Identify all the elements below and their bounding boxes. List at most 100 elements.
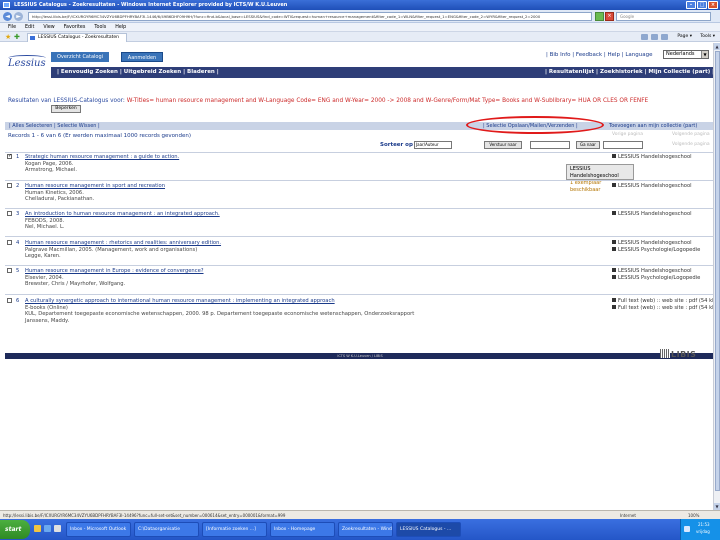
browser-tab[interactable]: LESSIUS Catalogus - Zoekresultaten xyxy=(27,33,127,42)
fulltext-icon xyxy=(612,298,616,302)
feeds-icon[interactable] xyxy=(651,34,658,40)
taskbar-item-active[interactable]: LESSIUS Catalogus - ... xyxy=(396,522,461,537)
record-number: 1 xyxy=(16,154,20,160)
page-menu[interactable]: Page ▾ xyxy=(677,33,692,41)
record-holding-link[interactable]: LESSIUS Handelshogeschool xyxy=(612,240,692,246)
taskbar-item[interactable]: Zoekresultaten - Windows... xyxy=(338,522,393,537)
record-title-link[interactable]: Human resource management : rhetorics an… xyxy=(25,240,221,246)
record-title-link[interactable]: Strategic human resource management : a … xyxy=(25,154,179,160)
record-author: Brewster, Chris / Mayrhofer, Wolfgang. xyxy=(25,281,126,287)
scroll-down-icon[interactable]: ▼ xyxy=(714,503,720,510)
results-heading: Resultaten van LESSIUS-Catalogus voor: W… xyxy=(8,98,649,104)
url-input[interactable]: http://lessi.libis.be/F/ICXURGYR6MC34VZY… xyxy=(28,12,592,21)
language-select[interactable]: Nederlands ▼ xyxy=(663,50,709,59)
status-bar: http://lessi.libis.be/F/ICXURGYR6MC34VZY… xyxy=(0,510,720,519)
home-icon[interactable] xyxy=(641,34,648,40)
lessius-logo[interactable]: Lessius xyxy=(8,53,48,75)
record-publisher: Palgrave Macmillan, 2005. (Management, w… xyxy=(25,246,198,253)
send-to-input[interactable] xyxy=(530,141,570,149)
overview-catalogs-button[interactable]: Overzicht Catalogi xyxy=(51,52,109,62)
taskbar-item[interactable]: Inbox - Homepage xyxy=(270,522,335,537)
tab-label: LESSIUS Catalogus - Zoekresultaten xyxy=(38,35,120,40)
record-title-link[interactable]: An introduction to human resource manage… xyxy=(25,211,220,217)
record-title-link[interactable]: A culturally synergetic approach to inte… xyxy=(25,298,335,304)
record-holding-link[interactable]: LESSIUS Handelshogeschool xyxy=(612,154,692,160)
record-holding-link[interactable]: LESSIUS Handelshogeschool xyxy=(612,268,692,274)
record-holding-link-2[interactable]: LESSIUS Psychologie/Logopedie xyxy=(612,274,700,281)
holding-icon xyxy=(612,240,616,244)
login-button[interactable]: Aanmelden xyxy=(121,52,163,62)
scroll-up-icon[interactable]: ▲ xyxy=(714,43,720,50)
fulltext-link[interactable]: Full text (web) :: web site : pdf (54 kb… xyxy=(612,298,717,304)
print-icon[interactable] xyxy=(661,34,668,40)
quicklaunch-folder-icon[interactable] xyxy=(34,525,41,532)
record-number: 2 xyxy=(16,183,20,189)
favorites-star-icon[interactable]: ★ xyxy=(5,33,11,41)
menu-file[interactable]: File xyxy=(8,23,16,31)
fulltext-link-2[interactable]: Full text (web) :: web site : pdf (54 kb… xyxy=(612,304,717,311)
forward-button[interactable]: ► xyxy=(14,12,23,21)
record-holding-link-2[interactable]: LESSIUS Psychologie/Logopedie xyxy=(612,246,700,253)
record-checkbox[interactable] xyxy=(7,183,12,188)
search-query: W-Titles= human resource management and … xyxy=(126,98,649,104)
record-checkbox[interactable] xyxy=(7,268,12,273)
tray-network-icon[interactable] xyxy=(684,526,690,532)
go-to-input[interactable] xyxy=(603,141,643,149)
menu-tools[interactable]: Tools xyxy=(94,23,106,31)
go-to-button[interactable]: Ga naar xyxy=(576,141,600,149)
clock-time[interactable]: 21:53 xyxy=(698,522,710,528)
record-holding-link[interactable]: LESSIUS Handelshogeschool xyxy=(612,211,692,217)
scroll-thumb[interactable] xyxy=(715,51,720,491)
window-title: LESSIUS Catalogus - Zoekresultaten - Win… xyxy=(14,2,288,8)
menu-help[interactable]: Help xyxy=(115,23,126,31)
menu-view[interactable]: View xyxy=(43,23,54,31)
next-page-link-2[interactable]: Volgende pagina xyxy=(672,142,710,147)
next-page-link[interactable]: Volgende pagina xyxy=(672,132,710,137)
maximize-button[interactable]: □ xyxy=(697,1,707,9)
refresh-icon[interactable] xyxy=(595,12,604,21)
select-actions[interactable]: | Alles Selecteren | Selectie Wissen | xyxy=(9,122,100,130)
record-title-link[interactable]: Human resource management in Europe : ev… xyxy=(25,268,204,274)
back-button[interactable]: ◄ xyxy=(3,12,12,21)
quicklaunch-desktop-icon[interactable] xyxy=(54,525,61,532)
taskbar-item[interactable]: C:\Dataorganisatie xyxy=(134,522,199,537)
vertical-scrollbar[interactable]: ▲ ▼ xyxy=(713,43,720,510)
search-nav-links[interactable]: | Eenvoudig Zoeken | Uitgebreid Zoeken |… xyxy=(57,67,219,78)
refine-button[interactable]: Beperken xyxy=(51,105,81,113)
record-checkbox[interactable] xyxy=(7,298,12,303)
record-holding-link[interactable]: LESSIUS Handelshogeschool xyxy=(612,183,692,189)
record-checkbox[interactable] xyxy=(7,211,12,216)
menu-favorites[interactable]: Favorites xyxy=(64,23,86,31)
record-number: 4 xyxy=(16,240,20,246)
taskbar-item[interactable]: [Informatie zoeken ...] xyxy=(202,522,267,537)
result-row: 3 An introduction to human resource mana… xyxy=(6,211,714,235)
add-to-collection-link[interactable]: Toevoegen aan mijn collectie (part) xyxy=(609,122,697,130)
top-links[interactable]: | Bib Info | Feedback | Help | Language xyxy=(546,52,652,58)
minimize-button[interactable]: – xyxy=(686,1,696,9)
stop-icon[interactable]: × xyxy=(605,12,614,21)
record-checkbox[interactable] xyxy=(7,240,12,245)
divider xyxy=(5,236,715,237)
records-summary: Records 1 - 6 van 6 (Er werden maximaal … xyxy=(8,133,192,139)
results-nav-links[interactable]: | Resultatenlijst | Zoekhistoriek | Mijn… xyxy=(545,67,714,78)
send-to-button[interactable]: Verstuur naar xyxy=(484,141,522,149)
sort-select[interactable]: Jaar/Auteur xyxy=(414,141,452,149)
system-tray: 21:53 vrijdag xyxy=(680,519,720,540)
record-title-link[interactable]: Human resource management in sport and r… xyxy=(25,183,165,189)
divider xyxy=(5,265,715,266)
previous-page-link[interactable]: Vorige pagina xyxy=(612,132,643,137)
close-button[interactable]: × xyxy=(708,1,718,9)
chevron-down-icon[interactable]: ▼ xyxy=(701,51,708,58)
divider xyxy=(5,294,715,295)
record-checkbox[interactable]: ✓ xyxy=(7,153,12,159)
menu-edit[interactable]: Edit xyxy=(25,23,34,31)
divider xyxy=(5,152,715,153)
add-favorite-icon[interactable]: ✚ xyxy=(14,33,20,41)
start-button[interactable]: start xyxy=(0,520,30,539)
tools-menu[interactable]: Tools ▾ xyxy=(700,33,715,41)
search-input[interactable]: Google xyxy=(616,12,711,21)
page-favicon-icon xyxy=(30,36,35,40)
taskbar-item[interactable]: Inbox - Microsoft Outlook xyxy=(66,522,131,537)
quicklaunch-ie-icon[interactable] xyxy=(44,525,51,532)
record-author: Armstrong, Michael. xyxy=(25,167,77,173)
